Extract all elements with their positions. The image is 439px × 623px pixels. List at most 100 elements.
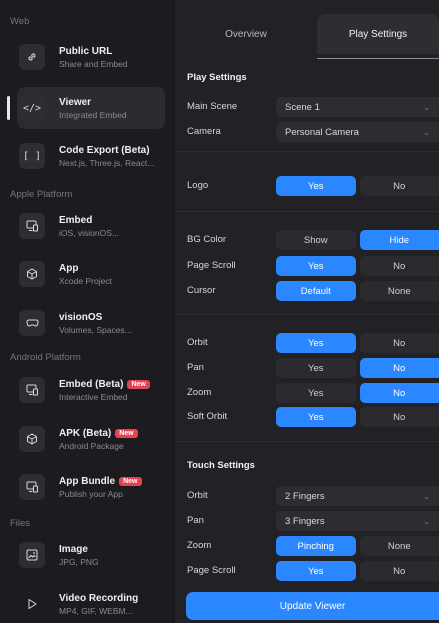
- touch-page-scroll-no-button[interactable]: No: [359, 561, 439, 581]
- section-label-web: Web: [10, 16, 30, 27]
- section-label-files: Files: [10, 518, 31, 529]
- soft-orbit-label: Soft Orbit: [187, 411, 228, 422]
- page-scroll-yes-button[interactable]: Yes: [276, 256, 356, 276]
- device-icon: [19, 474, 45, 500]
- sidebar-item-title: App Bundle New: [59, 476, 142, 487]
- soft-orbit-toggle: Yes No: [276, 407, 439, 427]
- sidebar-item-android-embed[interactable]: Embed (Beta) New Interactive Embed: [17, 369, 165, 411]
- sidebar-item-code-export[interactable]: [ ] Code Export (Beta) Next.js, Three.js…: [17, 135, 165, 177]
- logo-toggle: Yes No: [276, 176, 439, 196]
- orbit-no-button[interactable]: No: [359, 333, 439, 353]
- page-scroll-label: Page Scroll: [187, 260, 236, 271]
- divider: [175, 211, 439, 212]
- sidebar-item-image[interactable]: Image JPG, PNG: [17, 534, 165, 576]
- active-tab-underline: [317, 58, 439, 59]
- touch-orbit-label: Orbit: [187, 490, 208, 501]
- sidebar-item-title: visionOS: [59, 311, 103, 323]
- sidebar-item-video-recording[interactable]: Video Recording MP4, GIF, WEBM...: [17, 583, 165, 623]
- touch-pan-select[interactable]: 3 Fingers ⌄: [276, 511, 439, 531]
- pan-yes-button[interactable]: Yes: [276, 358, 356, 378]
- cursor-label: Cursor: [187, 285, 216, 296]
- sidebar-item-subtitle: Interactive Embed: [59, 391, 128, 402]
- sidebar-item-subtitle: JPG, PNG: [59, 556, 99, 567]
- sidebar-item-subtitle: Integrated Embed: [59, 109, 127, 120]
- cursor-toggle: Default None: [276, 281, 439, 301]
- touch-pan-value: 3 Fingers: [285, 515, 325, 527]
- camera-select[interactable]: Personal Camera ⌄: [276, 122, 439, 142]
- touch-orbit-value: 2 Fingers: [285, 490, 325, 502]
- logo-yes-button[interactable]: Yes: [276, 176, 356, 196]
- divider: [175, 151, 439, 152]
- sidebar-item-subtitle: Android Package: [59, 440, 124, 451]
- zoom-label: Zoom: [187, 387, 212, 398]
- touch-zoom-none-button[interactable]: None: [359, 536, 439, 556]
- bg-color-toggle: Show Hide: [276, 230, 439, 250]
- tab-overview[interactable]: Overview: [175, 14, 317, 54]
- code-icon: </>: [19, 95, 45, 121]
- sidebar-item-title: Viewer: [59, 96, 92, 108]
- sidebar-item-title: APK (Beta) New: [59, 428, 138, 439]
- orbit-label: Orbit: [187, 337, 208, 348]
- chevron-down-icon: ⌄: [423, 127, 430, 137]
- main-scene-value: Scene 1: [285, 101, 320, 113]
- orbit-yes-button[interactable]: Yes: [276, 333, 356, 353]
- touch-page-scroll-yes-button[interactable]: Yes: [276, 561, 356, 581]
- soft-orbit-no-button[interactable]: No: [359, 407, 439, 427]
- cube-icon: [19, 261, 45, 287]
- sidebar-item-title-text: App Bundle: [59, 475, 116, 487]
- sidebar-item-public-url[interactable]: Public URL Share and Embed: [17, 36, 165, 78]
- export-sidebar: Web Public URL Share and Embed </> Viewe…: [0, 0, 172, 623]
- sidebar-item-title: App: [59, 262, 79, 274]
- sidebar-item-apple-embed[interactable]: Embed iOS, visionOS...: [17, 205, 165, 247]
- touch-orbit-select[interactable]: 2 Fingers ⌄: [276, 486, 439, 506]
- pan-label: Pan: [187, 362, 204, 373]
- zoom-yes-button[interactable]: Yes: [276, 383, 356, 403]
- divider: [175, 314, 439, 315]
- page-scroll-no-button[interactable]: No: [359, 256, 439, 276]
- sidebar-item-title: Public URL: [59, 45, 113, 57]
- pan-no-button[interactable]: No: [359, 358, 439, 378]
- cursor-none-button[interactable]: None: [359, 281, 439, 301]
- sidebar-item-apk[interactable]: APK (Beta) New Android Package: [17, 418, 165, 460]
- sidebar-item-title-text: APK (Beta): [59, 427, 112, 439]
- chevron-down-icon: ⌄: [423, 491, 430, 501]
- touch-page-scroll-toggle: Yes No: [276, 561, 439, 581]
- section-label-android: Android Platform: [10, 352, 81, 363]
- bg-color-hide-button[interactable]: Hide: [359, 230, 439, 250]
- new-badge: New: [127, 379, 150, 389]
- touch-zoom-pinching-button[interactable]: Pinching: [276, 536, 356, 556]
- bg-color-label: BG Color: [187, 234, 227, 245]
- new-badge: New: [119, 476, 142, 486]
- zoom-no-button[interactable]: No: [359, 383, 439, 403]
- touch-page-scroll-label: Page Scroll: [187, 565, 236, 576]
- zoom-toggle: Yes No: [276, 383, 439, 403]
- page-scroll-toggle: Yes No: [276, 256, 439, 276]
- new-badge: New: [115, 428, 138, 438]
- sidebar-item-title: Image: [59, 543, 88, 555]
- play-icon: [19, 591, 45, 617]
- soft-orbit-yes-button[interactable]: Yes: [276, 407, 356, 427]
- divider: [175, 441, 439, 442]
- pan-toggle: Yes No: [276, 358, 439, 378]
- main-scene-select[interactable]: Scene 1 ⌄: [276, 97, 439, 117]
- sidebar-item-subtitle: Xcode Project: [59, 275, 112, 286]
- cursor-default-button[interactable]: Default: [276, 281, 356, 301]
- touch-pan-label: Pan: [187, 515, 204, 526]
- sidebar-item-app-bundle[interactable]: App Bundle New Publish your App: [17, 466, 165, 508]
- settings-panel: Overview Play Settings Play Settings Mai…: [175, 0, 439, 623]
- device-icon: [19, 377, 45, 403]
- sidebar-item-title: Video Recording: [59, 592, 139, 604]
- logo-no-button[interactable]: No: [359, 176, 439, 196]
- bg-color-show-button[interactable]: Show: [276, 230, 356, 250]
- tab-bar: Overview Play Settings: [175, 14, 439, 54]
- sidebar-item-app[interactable]: App Xcode Project: [17, 253, 165, 295]
- sidebar-item-subtitle: MP4, GIF, WEBM...: [59, 605, 133, 616]
- sidebar-item-title: Code Export (Beta): [59, 144, 150, 156]
- tab-play-settings[interactable]: Play Settings: [317, 14, 439, 54]
- sidebar-item-subtitle: Share and Embed: [59, 58, 128, 69]
- update-viewer-button[interactable]: Update Viewer: [186, 592, 439, 620]
- sidebar-item-visionos[interactable]: visionOS Volumes, Spaces...: [17, 302, 165, 344]
- image-icon: [19, 542, 45, 568]
- link-icon: [19, 44, 45, 70]
- sidebar-item-viewer[interactable]: </> Viewer Integrated Embed: [17, 87, 165, 129]
